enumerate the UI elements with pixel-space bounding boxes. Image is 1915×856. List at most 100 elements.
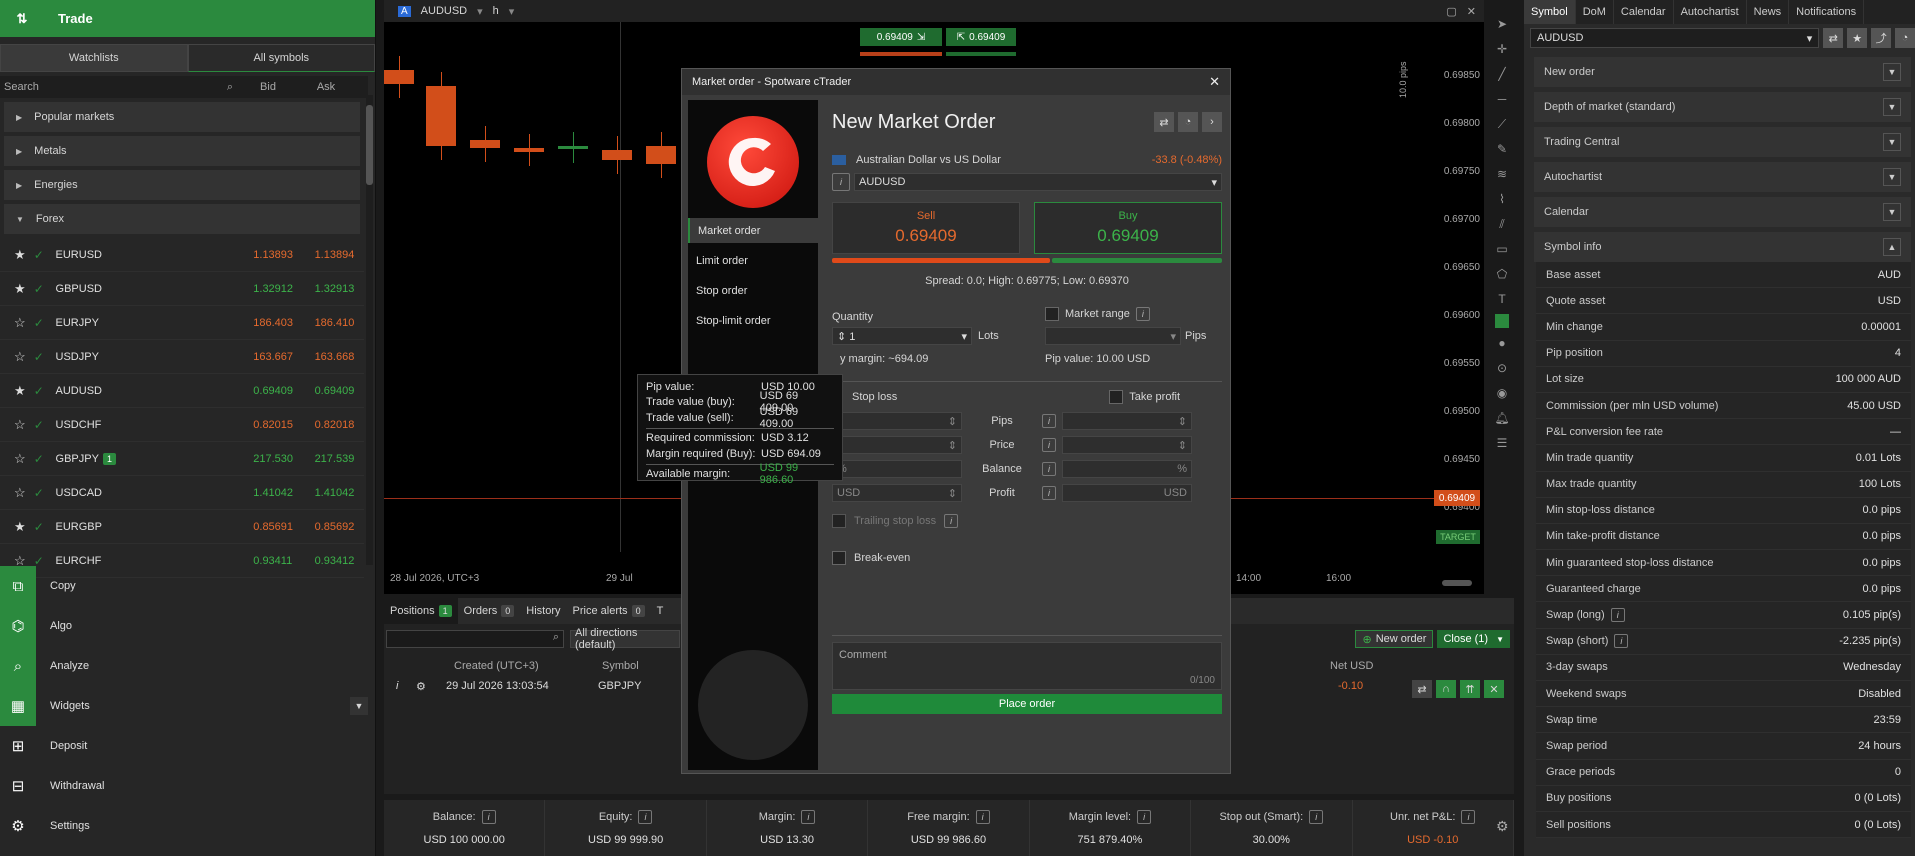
order-type-item[interactable]: Stop order (688, 278, 818, 303)
take-profit-input[interactable]: ⇕ (1062, 412, 1192, 430)
nav-withdrawal[interactable]: ⊟ Withdrawal (0, 766, 376, 806)
info-icon[interactable]: i (1137, 810, 1152, 824)
info-icon[interactable]: i (1610, 608, 1625, 623)
nav-algo[interactable]: ⌬ Algo (0, 606, 376, 646)
symbol-row[interactable]: ★ ✓ AUDUSD 0.69409 0.69409 (0, 374, 364, 408)
chevron-down-icon[interactable]: ▼ (1883, 98, 1901, 116)
info-icon[interactable]: i (975, 810, 990, 824)
pencil-icon[interactable]: ✎ (1492, 139, 1512, 159)
ask-price[interactable]: 1.32913 (315, 283, 364, 295)
info-icon[interactable]: i (944, 514, 959, 528)
chart-timeframe[interactable]: h (493, 5, 499, 17)
close-all-button[interactable]: Close (1) ▼ (1437, 630, 1510, 648)
bell-icon[interactable]: ◔ (1178, 112, 1198, 132)
scrollbar[interactable] (366, 95, 373, 565)
line-icon[interactable]: ╱ (1492, 64, 1512, 84)
nav-widgets[interactable]: ▦ Widgets ▼ (0, 686, 376, 726)
market-range-checkbox[interactable] (1045, 307, 1059, 321)
share-icon[interactable]: ⇄ (1823, 28, 1844, 48)
maximize-icon[interactable]: ▢ (1446, 5, 1456, 18)
order-type-item[interactable]: Market order (688, 218, 818, 243)
comment-input[interactable]: Comment 0/100 (832, 642, 1222, 690)
section-header[interactable]: New order ▼ (1534, 57, 1911, 87)
direction-filter[interactable]: All directions (default) (570, 627, 680, 651)
chevron-down-icon[interactable]: ▼ (350, 697, 368, 715)
ask-price[interactable]: 163.668 (315, 351, 364, 363)
trailing-stop-checkbox[interactable] (832, 514, 846, 528)
symbol-row[interactable]: ☆ ✓ USDJPY 163.667 163.668 (0, 340, 364, 374)
bid-price[interactable]: 0.69409 (253, 385, 314, 397)
chart-symbol[interactable]: AUDUSD (421, 5, 467, 17)
tab-price-alerts[interactable]: Price alerts 0 (567, 598, 651, 624)
share-icon[interactable]: ⇄ (1412, 680, 1432, 698)
quick-buy-box[interactable]: ⇱ 0.69409 (946, 28, 1016, 46)
info-icon[interactable]: i (638, 810, 653, 824)
order-type-item[interactable]: Limit order (688, 248, 818, 273)
symbol-row[interactable]: ☆ ✓ EURJPY 186.403 186.410 (0, 306, 364, 340)
break-even-checkbox[interactable] (832, 551, 846, 565)
magnet-icon[interactable]: ⊙ (1492, 358, 1512, 378)
chevron-down-icon[interactable]: ▼ (1883, 63, 1901, 81)
settings-icon[interactable]: ⚙ (416, 680, 426, 693)
hline-icon[interactable]: ─ (1492, 89, 1512, 109)
shape-icon[interactable]: ⬠ (1492, 264, 1512, 284)
right-tab[interactable]: Notifications (1789, 0, 1865, 24)
bid-price[interactable]: 1.32912 (253, 283, 314, 295)
share-icon[interactable]: ⇄ (1154, 112, 1174, 132)
tab-all-symbols[interactable]: All symbols (187, 44, 375, 72)
bid-price[interactable]: 1.41042 (253, 487, 314, 499)
ask-price[interactable]: 0.82018 (315, 419, 364, 431)
ask-price[interactable]: 1.41042 (315, 487, 364, 499)
text-icon[interactable]: T (1492, 289, 1512, 309)
cursor-icon[interactable]: ➤ (1492, 14, 1512, 34)
info-icon[interactable]: i (1309, 810, 1324, 824)
tab-history[interactable]: History (520, 598, 566, 624)
symbol-row[interactable]: ☆ ✓ USDCHF 0.82015 0.82018 (0, 408, 364, 442)
bid-price[interactable]: 217.530 (253, 453, 314, 465)
info-icon[interactable]: i (481, 810, 496, 824)
close-icon[interactable]: ✕ (1209, 74, 1220, 90)
bid-price[interactable]: 0.82015 (253, 419, 314, 431)
section-header[interactable]: Depth of market (standard) ▼ (1534, 92, 1911, 122)
tab-positions[interactable]: Positions 1 (384, 598, 458, 624)
fib-icon[interactable]: ≋ (1492, 164, 1512, 184)
nav-analyze[interactable]: ⌕ Analyze (0, 646, 376, 686)
stop-loss-input[interactable]: ⇕ (832, 436, 962, 454)
ask-price[interactable]: 0.93412 (315, 555, 364, 567)
right-tab[interactable]: Calendar (1614, 0, 1674, 24)
gear-icon[interactable]: ⚙ (1496, 818, 1509, 835)
info-icon[interactable]: i (1042, 438, 1056, 452)
symbol-row[interactable]: ★ ✓ GBPUSD 1.32912 1.32913 (0, 272, 364, 306)
new-order-button[interactable]: ⊕ New order (1355, 630, 1434, 648)
bid-price[interactable]: 186.403 (253, 317, 314, 329)
group-metals[interactable]: ▶ Metals (4, 136, 360, 166)
symbol-row[interactable]: ★ ✓ EURGBP 0.85691 0.85692 (0, 510, 364, 544)
nav-settings[interactable]: ⚙ Settings (0, 806, 376, 846)
star-icon[interactable]: ☆ (14, 417, 34, 433)
stop-loss-input[interactable]: ⇕ (832, 412, 962, 430)
star-icon[interactable]: ★ (14, 383, 34, 399)
crosshair-icon[interactable]: ✛ (1492, 39, 1512, 59)
section-header[interactable]: Trading Central ▼ (1534, 127, 1911, 157)
tab-watchlists[interactable]: Watchlists (0, 44, 188, 72)
right-tab[interactable]: Symbol (1524, 0, 1576, 24)
star-icon[interactable]: ☆ (14, 451, 34, 467)
ask-price[interactable]: 1.13894 (315, 249, 364, 261)
info-icon[interactable]: i (1135, 307, 1150, 321)
buy-button[interactable]: Buy 0.69409 (1034, 202, 1222, 254)
stop-loss-input[interactable]: % (832, 460, 962, 478)
right-tab[interactable]: Autochartist (1674, 0, 1747, 24)
right-tab[interactable]: News (1747, 0, 1790, 24)
info-icon[interactable]: i (1461, 810, 1476, 824)
star-icon[interactable]: ★ (14, 247, 34, 263)
symbol-row[interactable]: ☆ ✓ USDCAD 1.41042 1.41042 (0, 476, 364, 510)
star-icon[interactable]: ★ (14, 281, 34, 297)
brush-icon[interactable]: ⌇ (1492, 189, 1512, 209)
nav-deposit[interactable]: ⊞ Deposit (0, 726, 376, 766)
info-icon[interactable]: i (832, 173, 850, 191)
ask-price[interactable]: 0.69409 (315, 385, 364, 397)
take-profit-input[interactable]: USD (1062, 484, 1192, 502)
tab-more[interactable]: T (651, 598, 670, 624)
ask-price[interactable]: 0.85692 (315, 521, 364, 533)
chart-icon[interactable]: ⤴ (1871, 28, 1892, 48)
